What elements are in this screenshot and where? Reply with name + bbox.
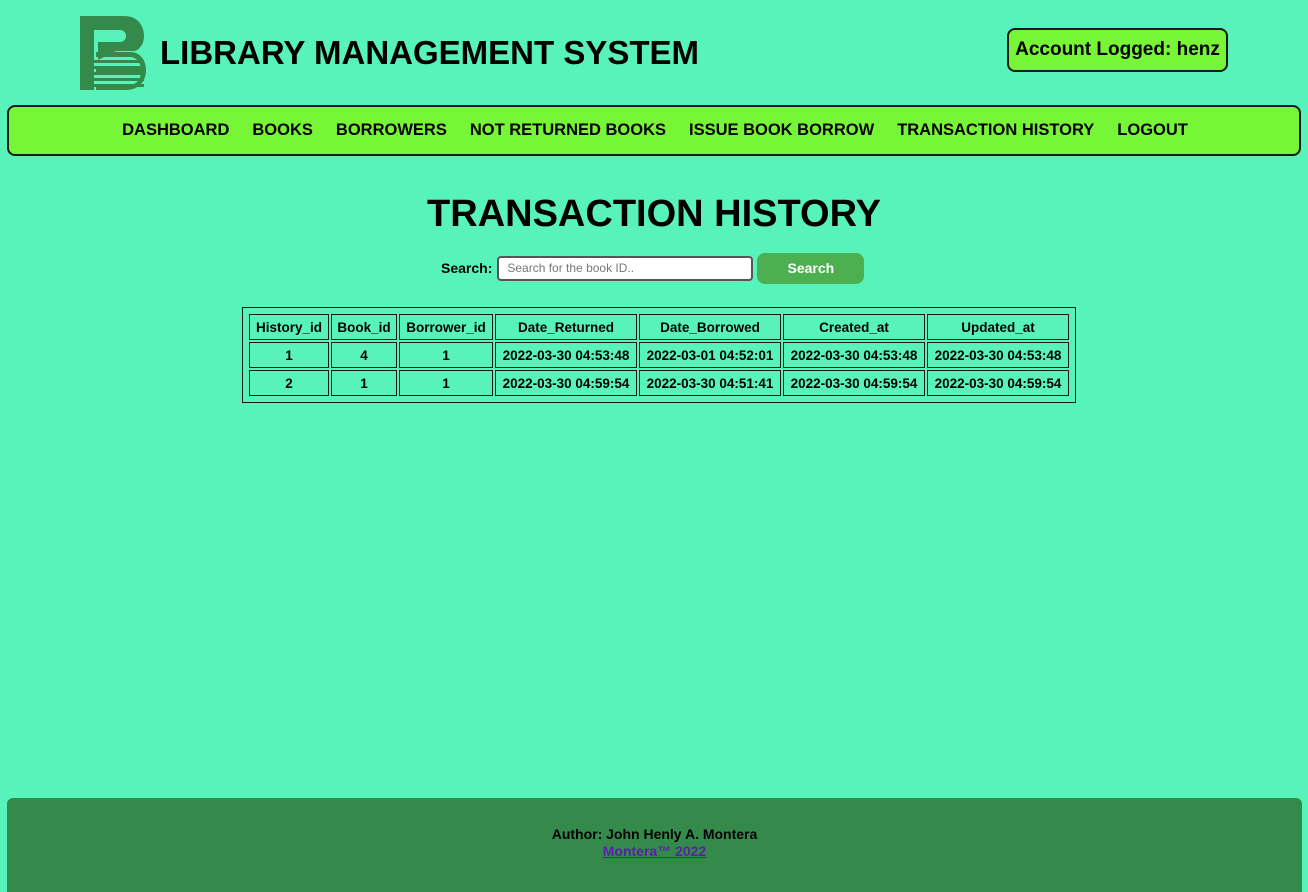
transaction-history-table: History_id Book_id Borrower_id Date_Retu… [242,307,1076,403]
table-cell: 1 [249,342,329,368]
table-cell: 1 [399,342,493,368]
table-header-row: History_id Book_id Borrower_id Date_Retu… [249,314,1069,340]
search-input[interactable] [497,255,754,281]
account-badge: Account Logged: henz [1007,28,1228,72]
column-header-history-id: History_id [249,314,329,340]
column-header-date-borrowed: Date_Borrowed [639,314,781,340]
search-button[interactable]: Search [757,252,865,284]
page-title: TRANSACTION HISTORY [427,193,881,235]
column-header-borrower-id: Borrower_id [399,314,493,340]
nav-item-not-returned-books[interactable]: NOT RETURNED BOOKS [470,121,666,140]
table-cell: 2022-03-30 04:59:54 [927,370,1069,396]
table-row: 2 1 1 2022-03-30 04:59:54 2022-03-30 04:… [249,370,1069,396]
footer-copyright-link[interactable]: Montera™ 2022 [603,843,706,859]
header: LIBRARY MANAGEMENT SYSTEM Account Logged… [0,0,1308,100]
history-table-container: History_id Book_id Borrower_id Date_Retu… [242,307,1076,403]
nav-item-dashboard[interactable]: DASHBOARD [122,121,229,140]
footer-author: Author: John Henly A. Montera [551,826,758,842]
table-cell: 2022-03-01 04:52:01 [639,342,781,368]
table-cell: 1 [331,370,397,396]
column-header-updated-at: Updated_at [927,314,1069,340]
search-bar: Search: Search [441,252,865,284]
table-row: 1 4 1 2022-03-30 04:53:48 2022-03-01 04:… [249,342,1069,368]
table-cell: 1 [399,370,493,396]
column-header-date-returned: Date_Returned [495,314,637,340]
footer: Author: John Henly A. Montera Montera™ 2… [7,798,1302,892]
table-cell: 4 [331,342,397,368]
table-cell: 2022-03-30 04:59:54 [783,370,925,396]
column-header-book-id: Book_id [331,314,397,340]
table-cell: 2 [249,370,329,396]
table-cell: 2022-03-30 04:51:41 [639,370,781,396]
nav-item-books[interactable]: BOOKS [252,121,313,140]
table-cell: 2022-03-30 04:53:48 [927,342,1069,368]
table-cell: 2022-03-30 04:53:48 [783,342,925,368]
table-cell: 2022-03-30 04:59:54 [495,370,637,396]
nav-item-logout[interactable]: LOGOUT [1117,121,1188,140]
search-label: Search: [441,260,493,276]
nav-item-transaction-history[interactable]: TRANSACTION HISTORY [897,121,1094,140]
main-navbar: DASHBOARD BOOKS BORROWERS NOT RETURNED B… [7,105,1301,156]
table-cell: 2022-03-30 04:53:48 [495,342,637,368]
nav-item-borrowers[interactable]: BORROWERS [336,121,447,140]
book-logo-icon [80,16,146,90]
nav-item-issue-book-borrow[interactable]: ISSUE BOOK BORROW [689,121,874,140]
column-header-created-at: Created_at [783,314,925,340]
site-title: LIBRARY MANAGEMENT SYSTEM [160,34,700,71]
